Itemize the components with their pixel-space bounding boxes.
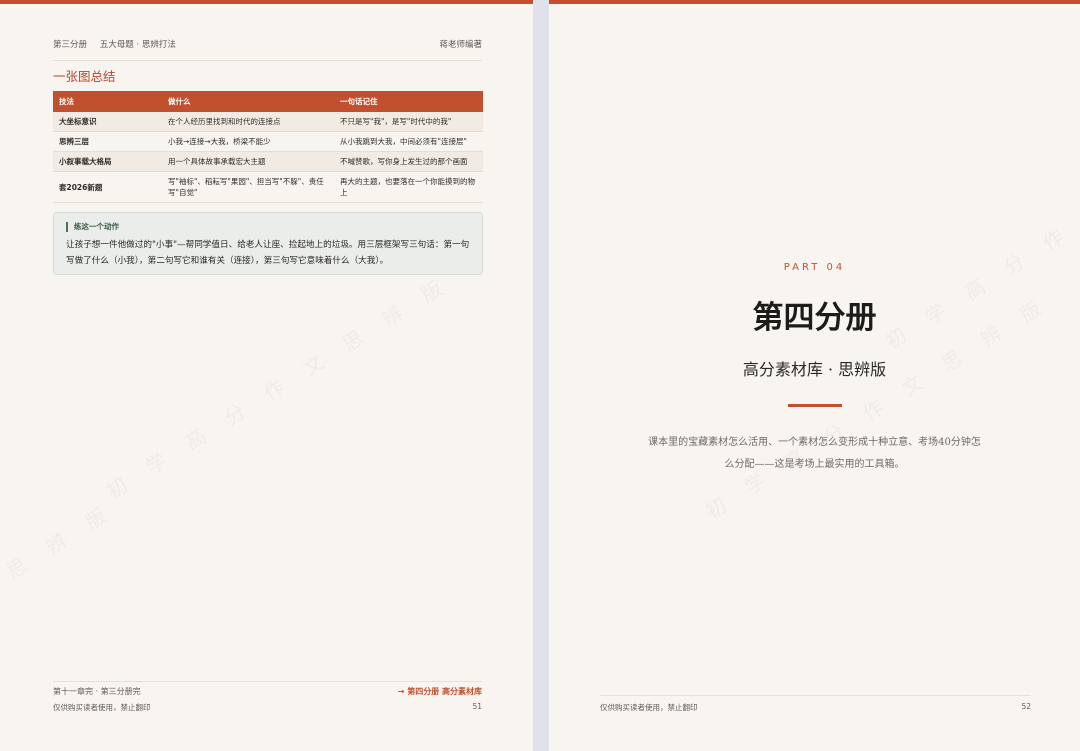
- table-cell: 写"袖标"、稻耘写"果园"、担当写"不躲"、责任写"自觉": [162, 171, 334, 203]
- callout-title: 练这一个动作: [66, 222, 119, 232]
- copyright-note: 仅供购买读者使用，禁止翻印: [53, 703, 151, 712]
- table-row: 小叙事载大格局 用一个具体故事承载宏大主题 不喊赞歌，写你身上发生过的那个画面: [53, 151, 483, 172]
- header-volume: 第三分册: [53, 40, 88, 50]
- practice-callout: 练这一个动作 让孩子想一件他做过的"小事"—帮同学值日、给老人让座、捡起地上的垃…: [53, 212, 483, 275]
- column-header: 一句话记住: [334, 91, 483, 112]
- right-page-accent-bar: [549, 0, 1080, 4]
- table-cell: 套2026新题: [53, 171, 162, 203]
- copyright-note: 仅供购买读者使用，禁止翻印: [600, 703, 698, 712]
- column-header: 做什么: [162, 91, 334, 112]
- table-cell: 用一个具体故事承载宏大主题: [162, 151, 334, 172]
- header-topic: 五大母题 · 思辨打法: [99, 40, 176, 50]
- section-title: 一张图总结: [53, 69, 116, 84]
- left-page: 初 学 高 分 作 文 思 辨 版 思 辨 版 第三分册 五大母题 · 思辨打法…: [0, 0, 533, 751]
- volume-title: 第四分册: [752, 300, 877, 336]
- table-cell: 在个人经历里找到和时代的连接点: [162, 112, 334, 132]
- table-cell: 小我→连接→大我，桥梁不能少: [162, 131, 334, 152]
- table-cell: 从小我跳到大我，中间必须有"连接层": [334, 131, 483, 152]
- footer-divider: [600, 695, 1031, 696]
- left-page-accent-bar: [0, 0, 533, 4]
- volume-subtitle: 高分素材库 · 思辨版: [742, 360, 887, 379]
- column-header: 技法: [53, 91, 162, 112]
- summary-table: 技法 做什么 一句话记住 大坐标意识 在个人经历里找到和时代的连接点 不只是写"…: [53, 91, 483, 203]
- volume-description: 课本里的宝藏素材怎么活用、一个素材怎么变形成十种立意、考场40分钟怎么分配——这…: [648, 437, 981, 470]
- accent-divider: [788, 404, 842, 407]
- table-header-row: 技法 做什么 一句话记住: [53, 91, 483, 112]
- watermark: 初 学 高 分 作 文 思 辨 版: [102, 270, 455, 504]
- watermark: 思 辨 版: [2, 498, 119, 584]
- table-cell: 小叙事载大格局: [53, 151, 162, 172]
- page-number: 51: [472, 702, 482, 711]
- table-row: 思辨三层 小我→连接→大我，桥梁不能少 从小我跳到大我，中间必须有"连接层": [53, 131, 483, 152]
- table-cell: 不只是写"我"，是写"时代中的我": [334, 112, 483, 132]
- header-author: 蒋老师编著: [439, 40, 482, 50]
- chapter-end-note: 第十一章完 · 第三分册完: [53, 687, 141, 696]
- table-cell: 思辨三层: [53, 131, 162, 152]
- next-volume-link[interactable]: → 第四分册 高分素材库: [398, 686, 482, 697]
- right-page: 初 学 高 分 作 文 思 辨 版 初 学 高 分 作 文 PART 04 第四…: [549, 0, 1080, 751]
- running-header: 第三分册 五大母题 · 思辨打法 蒋老师编著: [53, 38, 482, 61]
- callout-body: 让孩子想一件他做过的"小事"—帮同学值日、给老人让座、捡起地上的垃圾。用三层框架…: [66, 240, 470, 266]
- table-row: 大坐标意识 在个人经历里找到和时代的连接点 不只是写"我"，是写"时代中的我": [53, 112, 483, 132]
- table-cell: 不喊赞歌，写你身上发生过的那个画面: [334, 151, 483, 172]
- table-cell: 大坐标意识: [53, 112, 162, 132]
- footer-divider: [53, 681, 482, 682]
- part-label: PART 04: [783, 262, 846, 273]
- header-breadcrumb: 第三分册 五大母题 · 思辨打法: [53, 38, 186, 50]
- table-row: 套2026新题 写"袖标"、稻耘写"果园"、担当写"不躲"、责任写"自觉" 再大…: [53, 171, 483, 203]
- page-number: 52: [1021, 702, 1031, 711]
- table-cell: 再大的主题，也要落在一个你能摸到的物上: [334, 171, 483, 203]
